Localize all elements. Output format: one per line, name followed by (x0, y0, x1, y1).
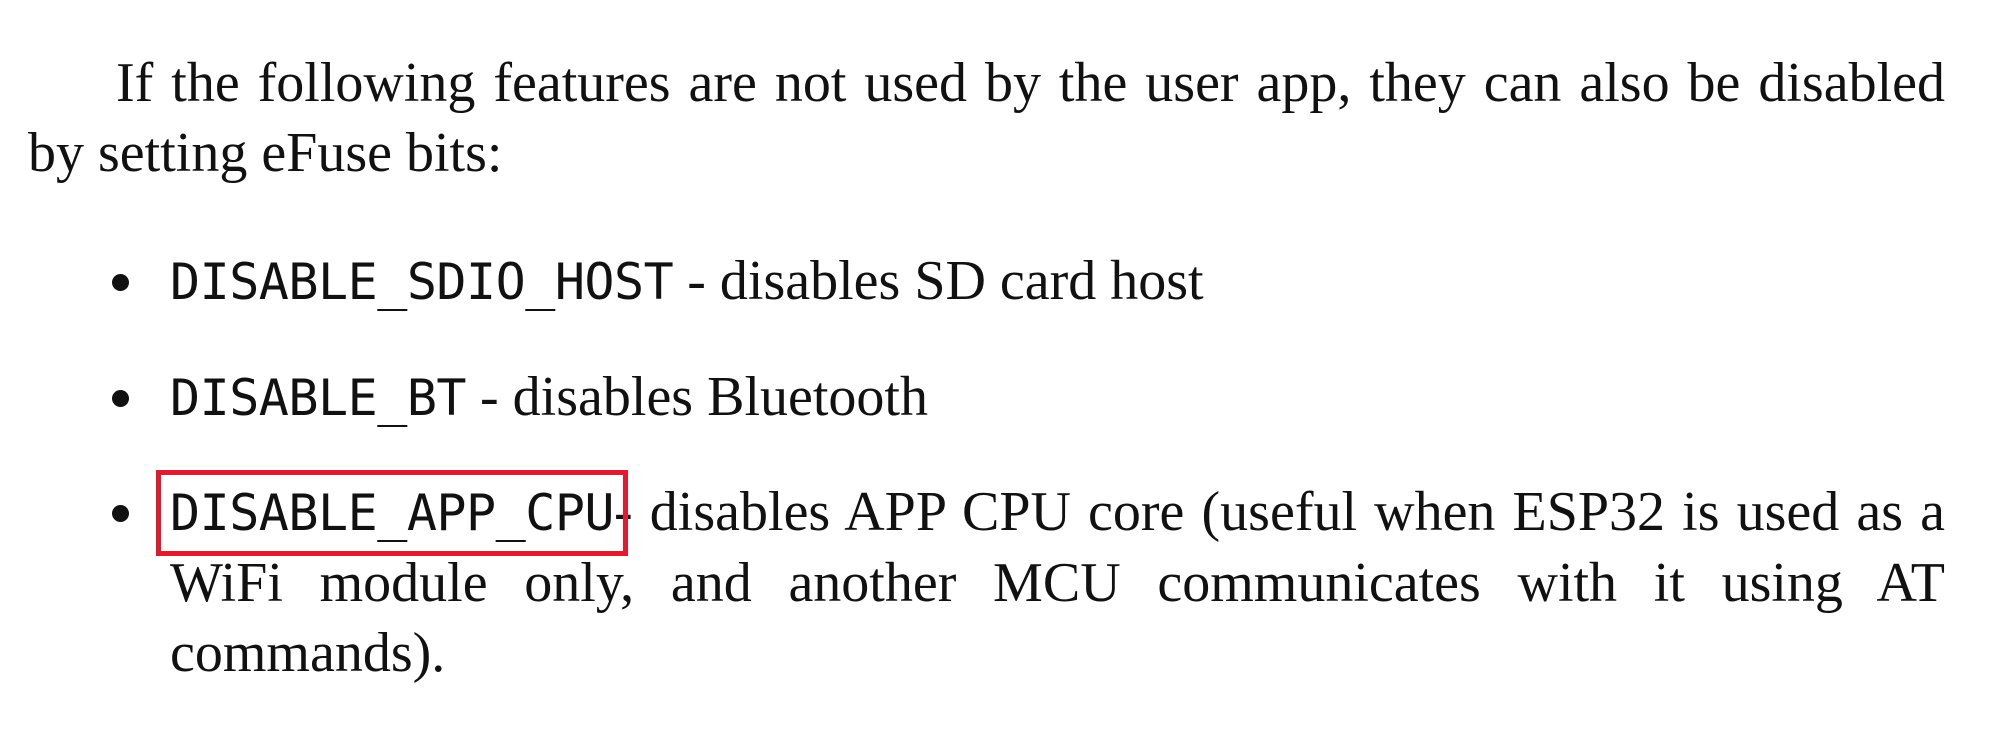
document-page: If the following features are not used b… (0, 0, 2000, 737)
bullet-icon (112, 274, 129, 291)
feature-text: DISABLE_APP_CPU- disables APP CPU core (… (155, 470, 1945, 688)
efuse-flag-disable-app-cpu-highlighted: DISABLE_APP_CPU (155, 470, 629, 556)
bullet-icon (112, 505, 129, 522)
feature-description: - disables SD card host (673, 250, 1204, 312)
efuse-flag-disable-sdio-host: DISABLE_SDIO_HOST (170, 253, 674, 311)
feature-text: DISABLE_SDIO_HOST - disables SD card hos… (170, 246, 1945, 317)
feature-description: - disables Bluetooth (466, 366, 928, 428)
bullet-icon (112, 390, 129, 407)
feature-text: DISABLE_BT - disables Bluetooth (170, 362, 1945, 433)
efuse-flag-disable-bt: DISABLE_BT (170, 369, 467, 427)
intro-paragraph: If the following features are not used b… (28, 52, 1945, 184)
